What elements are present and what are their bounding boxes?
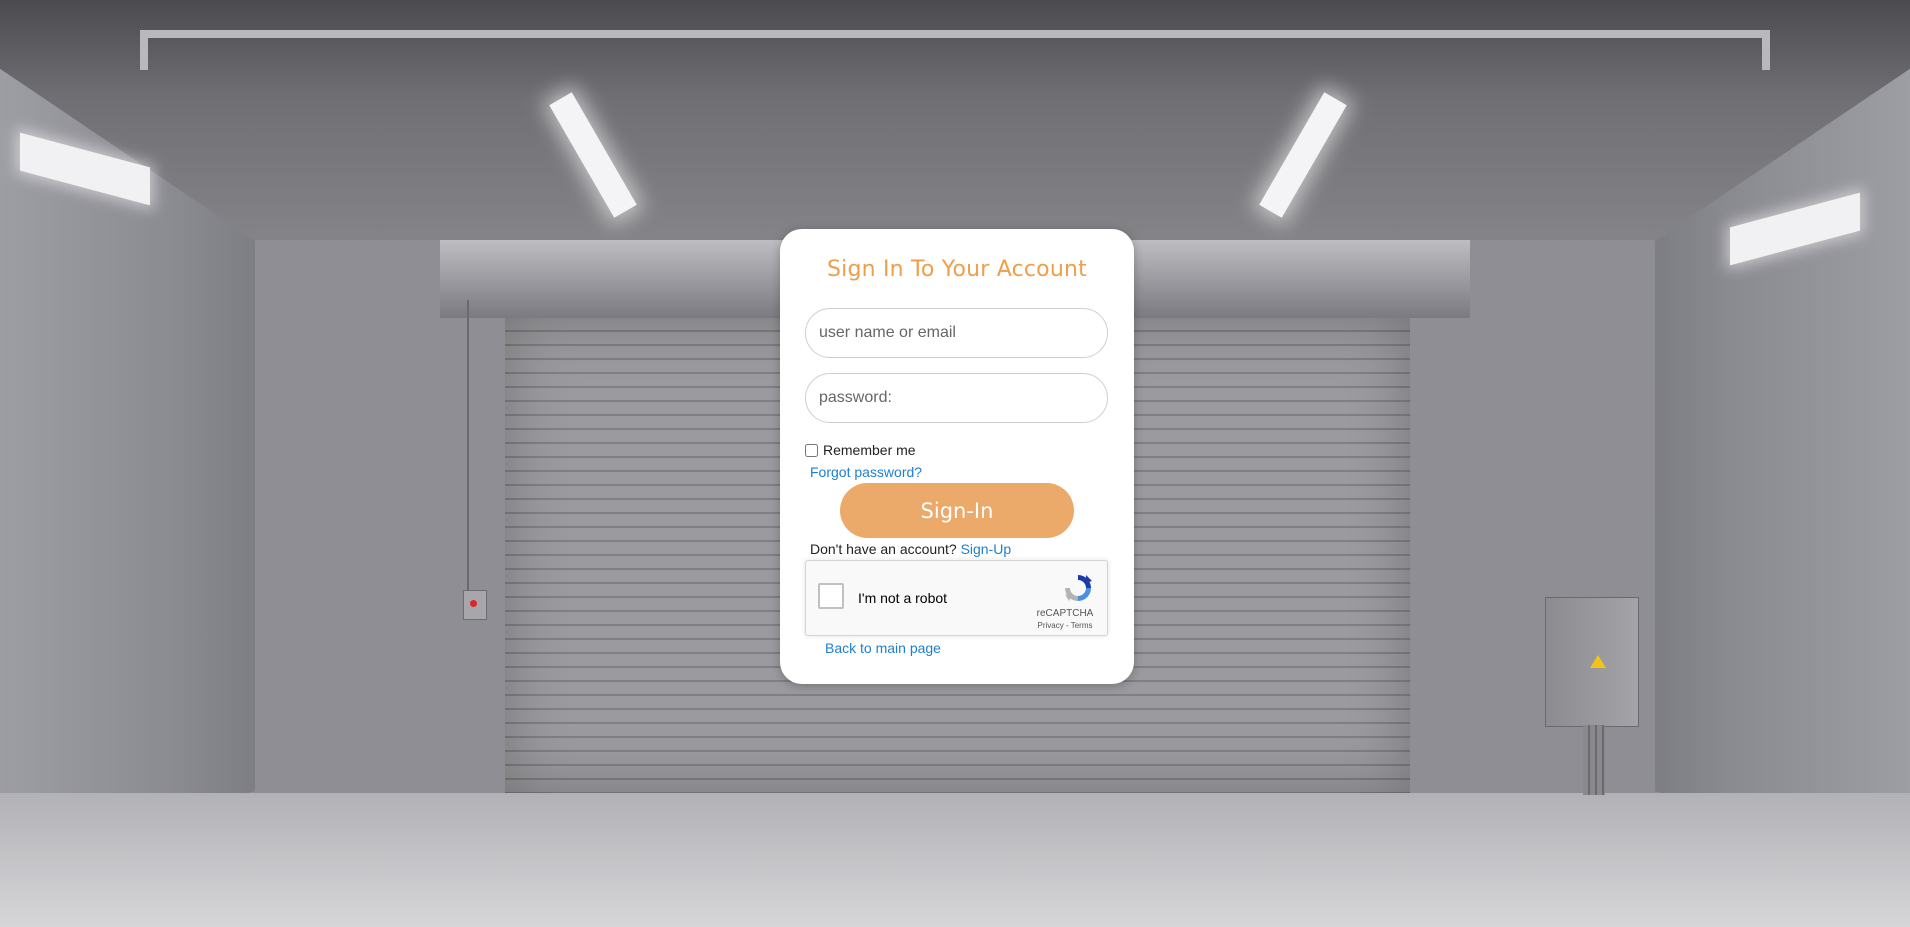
recaptcha-brand: reCAPTCHA [1036, 608, 1094, 619]
recaptcha-terms-link[interactable]: Terms [1071, 621, 1093, 630]
door-switch [463, 590, 487, 620]
sign-up-link[interactable]: Sign-Up [961, 541, 1012, 557]
warning-icon [1590, 655, 1606, 668]
forgot-password-link[interactable]: Forgot password? [810, 464, 922, 480]
remember-me-label: Remember me [823, 442, 916, 458]
back-to-main-link[interactable]: Back to main page [825, 640, 941, 656]
remember-me[interactable]: Remember me [805, 442, 916, 458]
remember-me-checkbox[interactable] [805, 443, 818, 457]
sign-in-button[interactable]: Sign-In [840, 483, 1074, 538]
recaptcha-icon [1065, 575, 1092, 601]
wall-cable [467, 300, 469, 592]
garage-floor [0, 793, 1910, 927]
recaptcha-privacy-link[interactable]: Privacy [1038, 621, 1064, 630]
login-title: Sign In To Your Account [827, 257, 1087, 282]
username-input[interactable] [805, 308, 1108, 358]
login-card: Sign In To Your Account Remember me Forg… [780, 229, 1134, 684]
password-input[interactable] [805, 373, 1108, 423]
recaptcha-separator: - [1063, 621, 1071, 630]
signup-prompt-text: Don't have an account? [810, 541, 957, 557]
signup-prompt: Don't have an account? Sign-Up [810, 541, 1011, 557]
recaptcha-label: I'm not a robot [858, 590, 948, 606]
recaptcha-terms: Privacy - Terms [1035, 621, 1095, 630]
ceiling-rail [140, 30, 1770, 70]
recaptcha-widget: I'm not a robot reCAPTCHA Privacy - Term… [805, 560, 1108, 636]
recaptcha-checkbox[interactable] [818, 583, 844, 609]
electrical-pipes [1583, 725, 1605, 795]
